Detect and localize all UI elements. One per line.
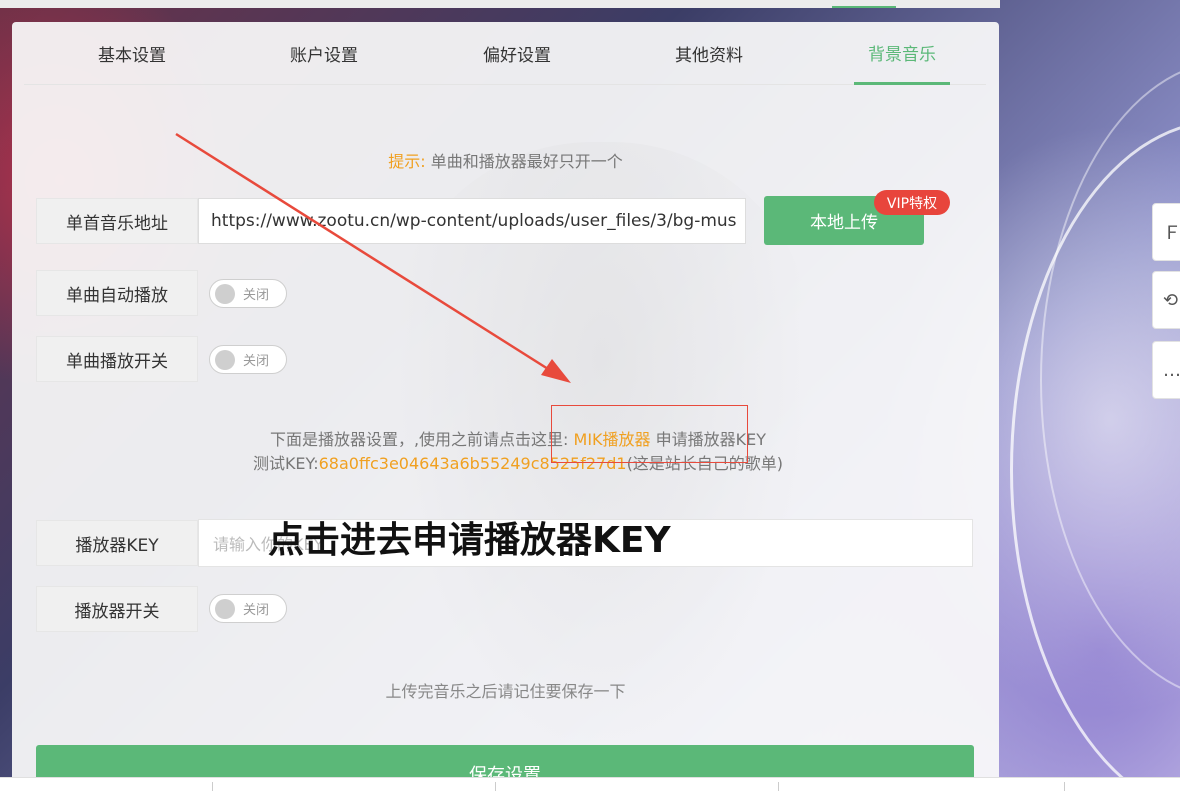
refresh-icon[interactable]: ⟲ [1152, 271, 1180, 329]
settings-panel: 基本设置 账户设置 偏好设置 其他资料 背景音乐 提示: 单曲和播放器最好只开一… [12, 22, 999, 782]
player-note: 下面是播放器设置，,使用之前请点击这里: MIK播放器 申请播放器KEY 测试K… [12, 428, 999, 476]
toggle-knob [215, 598, 235, 619]
bottom-bar [0, 777, 1180, 791]
toggle-knob [215, 283, 235, 304]
single-music-url-input[interactable]: https://www.zootu.cn/wp-content/uploads/… [198, 198, 746, 244]
save-note: 上传完音乐之后请记住要保存一下 [385, 682, 626, 701]
test-key-prefix: 测试KEY: [252, 454, 319, 473]
chat-icon[interactable]: … [1152, 341, 1180, 399]
annotation-overlay-text: 点击进去申请播放器KEY [268, 520, 671, 561]
tip-prefix: 提示: [388, 152, 426, 171]
f-icon[interactable]: Ｆ [1152, 203, 1180, 261]
player-switch-toggle[interactable]: 关闭 [209, 594, 287, 623]
toggle-state-text: 关闭 [243, 288, 270, 303]
toggle-state-text: 关闭 [243, 354, 270, 369]
player-key-label: 播放器KEY [36, 520, 198, 566]
auto-play-toggle[interactable]: 关闭 [209, 279, 287, 308]
annotation-highlight-box [551, 405, 748, 463]
tab-basic-settings[interactable]: 基本设置 [84, 22, 180, 85]
top-strip [0, 0, 1000, 8]
player-note-text: 下面是播放器设置，,使用之前请点击这里: [269, 430, 569, 449]
tip-text: 提示: 单曲和播放器最好只开一个 [12, 148, 999, 172]
tab-account-settings[interactable]: 账户设置 [276, 22, 372, 85]
vip-badge: VIP特权 [874, 190, 950, 215]
tip-message: 单曲和播放器最好只开一个 [430, 152, 623, 171]
toggle-state-text: 关闭 [243, 603, 270, 618]
single-music-url-label: 单首音乐地址 [36, 198, 198, 244]
tab-other-info[interactable]: 其他资料 [661, 22, 757, 85]
player-switch-label: 播放器开关 [36, 586, 198, 632]
single-play-switch-label: 单曲播放开关 [36, 336, 198, 382]
auto-play-label: 单曲自动播放 [36, 270, 198, 316]
tab-bar: 基本设置 账户设置 偏好设置 其他资料 背景音乐 [24, 22, 986, 85]
single-play-toggle[interactable]: 关闭 [209, 345, 287, 374]
toggle-knob [215, 349, 235, 370]
tab-preference-settings[interactable]: 偏好设置 [469, 22, 565, 85]
tab-background-music[interactable]: 背景音乐 [854, 22, 950, 85]
